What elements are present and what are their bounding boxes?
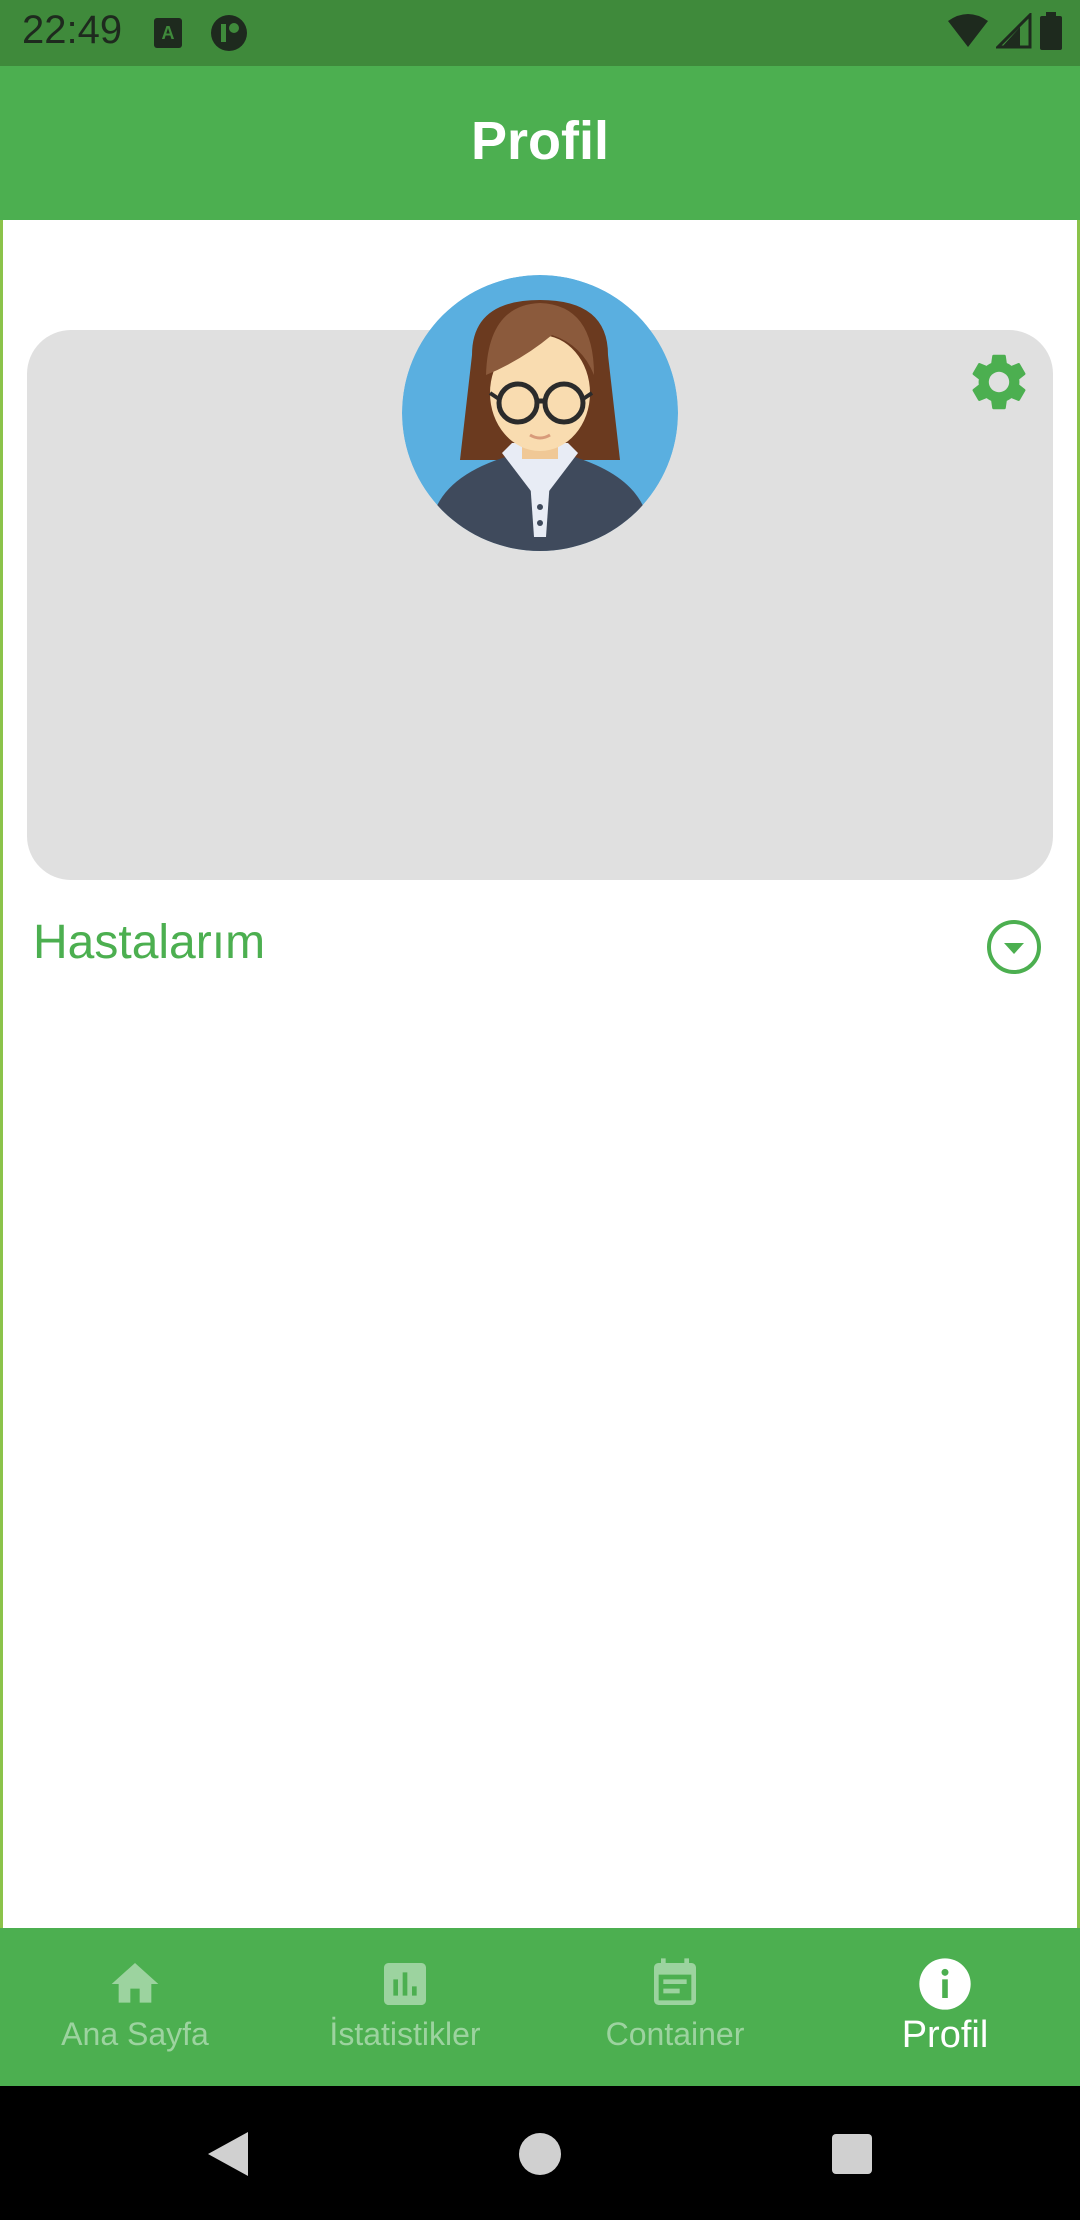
wifi-icon xyxy=(948,14,988,47)
app-a-icon: A xyxy=(154,18,182,48)
woman-with-glasses-avatar xyxy=(402,275,678,551)
page-title: Profil xyxy=(470,111,609,171)
bottom-navigation: Ana Sayfa İstatistikler Container Profil xyxy=(0,1928,1080,2086)
signal-icon xyxy=(996,13,1032,49)
home-icon xyxy=(111,1963,159,2003)
status-time: 22:49 xyxy=(22,8,123,52)
back-icon[interactable] xyxy=(200,2126,256,2182)
status-bar: 22:49 A xyxy=(0,0,1080,66)
nav-item-profile[interactable]: Profil xyxy=(810,1928,1080,2086)
chevron-down-circle-icon[interactable] xyxy=(984,917,1044,977)
battery-icon xyxy=(1040,12,1062,50)
patients-section-title[interactable]: Hastalarım xyxy=(33,915,265,970)
gear-icon[interactable] xyxy=(965,348,1033,416)
svg-text:A: A xyxy=(162,23,175,43)
app-bar: Profil xyxy=(0,66,1080,220)
info-icon xyxy=(919,1958,971,2010)
recents-icon[interactable] xyxy=(824,2126,880,2182)
status-right-icons xyxy=(948,12,1062,50)
nav-label: Ana Sayfa xyxy=(61,2016,209,2052)
bar-chart-icon xyxy=(384,1963,426,2005)
nav-label: İstatistikler xyxy=(329,2016,481,2052)
nav-item-statistics[interactable]: İstatistikler xyxy=(270,1928,540,2086)
nav-item-container[interactable]: Container xyxy=(540,1928,810,2086)
home-circle-icon[interactable] xyxy=(512,2126,568,2182)
app-b-icon xyxy=(211,15,247,51)
nav-item-home[interactable]: Ana Sayfa xyxy=(0,1928,270,2086)
nav-label: Container xyxy=(605,2016,745,2052)
avatar[interactable] xyxy=(402,275,678,551)
system-navigation-bar xyxy=(0,2086,1080,2220)
nav-label: Profil xyxy=(901,2014,989,2056)
calendar-icon xyxy=(654,1958,696,2005)
